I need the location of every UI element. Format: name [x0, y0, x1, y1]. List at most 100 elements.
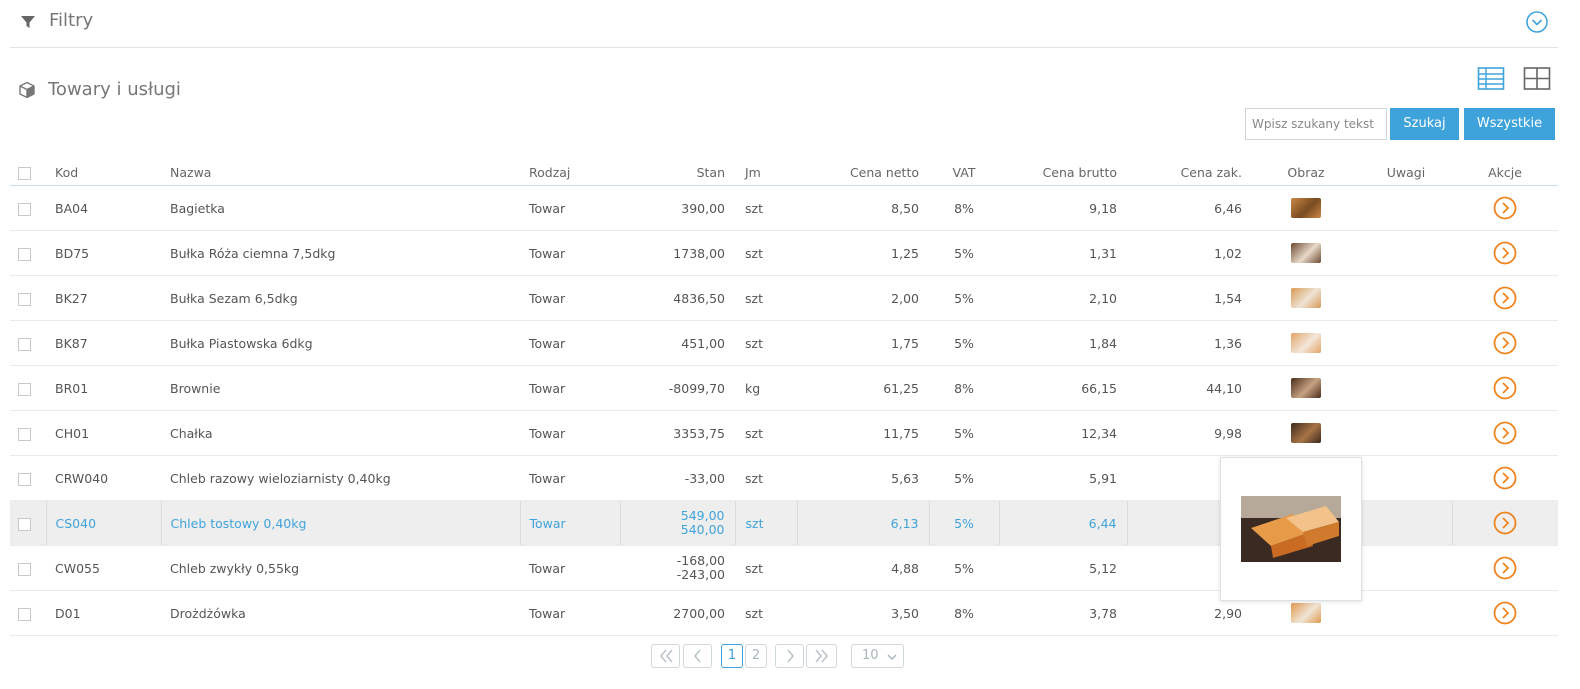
chevron-down-circle-icon[interactable] — [1526, 11, 1548, 33]
row-action-arrow-icon[interactable] — [1493, 286, 1517, 310]
stan-value: -33,00 — [684, 470, 725, 486]
product-thumbnail[interactable] — [1291, 423, 1321, 443]
cell-uwagi — [1360, 410, 1452, 456]
cell-cena-zak: 1,54 — [1127, 275, 1252, 321]
cell-cena-brutto: 6,44 — [999, 500, 1128, 546]
prev-page-button[interactable] — [683, 644, 712, 668]
column-header-jm[interactable]: Jm — [735, 160, 797, 186]
select-all-checkbox[interactable] — [18, 167, 31, 180]
cell-stan: 3353,75 — [673, 426, 725, 441]
row-checkbox[interactable] — [18, 427, 31, 441]
row-checkbox[interactable] — [18, 292, 31, 306]
cell-rodzaj: Towar — [520, 500, 621, 546]
row-checkbox[interactable] — [18, 202, 31, 216]
product-thumbnail[interactable] — [1291, 198, 1321, 218]
cell-rodzaj: Towar — [520, 275, 620, 321]
cell-nazwa: Bułka Róża ciemna 7,5dkg — [161, 230, 520, 276]
row-action-arrow-icon[interactable] — [1493, 241, 1517, 265]
table-row[interactable]: BK27 Bułka Sezam 6,5dkg Towar 4836,50 szt 2,0… — [10, 275, 1558, 321]
table-view-icon[interactable] — [1477, 66, 1505, 92]
row-action-arrow-icon[interactable] — [1493, 421, 1517, 445]
row-checkbox[interactable] — [18, 562, 31, 576]
row-action-arrow-icon[interactable] — [1493, 466, 1517, 490]
row-action-arrow-icon[interactable] — [1493, 376, 1517, 400]
column-header-cena-zak[interactable]: Cena zak. — [1127, 160, 1252, 186]
cell-kod: BR01 — [46, 365, 161, 411]
stan-value: 549,00 — [680, 508, 725, 523]
cell-cena-zak: 1,02 — [1127, 230, 1252, 276]
search-button[interactable]: Szukaj — [1390, 108, 1459, 140]
cell-uwagi — [1360, 185, 1452, 231]
table-row[interactable]: BA04 Bagietka Towar 390,00 szt 8,50 8% 9,18 6,46 — [10, 185, 1558, 231]
cell-nazwa: Chałka — [161, 410, 520, 456]
row-action-arrow-icon[interactable] — [1493, 196, 1517, 220]
cell-rodzaj: Towar — [520, 320, 620, 366]
column-header-kod[interactable]: Kod — [46, 160, 161, 186]
cell-uwagi — [1360, 500, 1453, 546]
next-page-button[interactable] — [775, 644, 804, 668]
grid-view-icon[interactable] — [1523, 66, 1551, 92]
row-action-arrow-icon[interactable] — [1493, 556, 1517, 580]
cell-vat: 5% — [929, 455, 999, 501]
cell-jm: szt — [735, 455, 797, 501]
page-size-select[interactable]: 10 — [851, 644, 904, 668]
cell-nazwa: Chleb zwykły 0,55kg — [161, 545, 520, 591]
row-checkbox[interactable] — [18, 517, 31, 531]
cell-jm: szt — [735, 275, 797, 321]
cell-cena-netto: 6,13 — [797, 500, 930, 546]
product-thumbnail[interactable] — [1291, 378, 1321, 398]
double-chevron-left-icon — [659, 649, 673, 663]
cell-uwagi — [1360, 590, 1452, 636]
table-row[interactable]: BK87 Bułka Piastowska 6dkg Towar 451,00 szt 1… — [10, 320, 1558, 366]
cell-vat: 5% — [929, 500, 1000, 546]
double-chevron-right-icon — [814, 649, 828, 663]
product-thumbnail[interactable] — [1291, 603, 1321, 623]
cell-cena-brutto: 3,78 — [999, 590, 1127, 636]
row-action-arrow-icon[interactable] — [1493, 331, 1517, 355]
last-page-button[interactable] — [806, 644, 837, 668]
cell-nazwa: Chleb tostowy 0,40kg — [161, 500, 521, 546]
search-input[interactable] — [1245, 108, 1387, 140]
cell-rodzaj: Towar — [520, 230, 620, 276]
column-header-stan[interactable]: Stan — [620, 160, 735, 186]
product-thumbnail[interactable] — [1291, 243, 1321, 263]
table-row[interactable]: BR01 Brownie Towar -8099,70 kg 61,25 8% 66,15 44… — [10, 365, 1558, 411]
cell-jm: szt — [735, 230, 797, 276]
stan-value: -8099,70 — [668, 380, 725, 396]
cell-stan: 451,00 — [681, 336, 725, 351]
cell-cena-brutto: 66,15 — [999, 365, 1127, 411]
cell-cena-netto: 5,63 — [797, 455, 929, 501]
row-checkbox[interactable] — [18, 382, 31, 396]
column-header-nazwa[interactable]: Nazwa — [161, 160, 520, 186]
column-header-cena-netto[interactable]: Cena netto — [797, 160, 929, 186]
chevron-down-icon — [887, 654, 897, 660]
cell-cena-netto: 3,50 — [797, 590, 929, 636]
row-checkbox[interactable] — [18, 607, 31, 621]
page-button-1[interactable]: 1 — [721, 644, 743, 668]
column-header-rodzaj[interactable]: Rodzaj — [520, 160, 620, 186]
cell-jm: szt — [735, 320, 797, 366]
column-header-vat[interactable]: VAT — [929, 160, 999, 186]
stan-value: 540,00 — [680, 522, 725, 537]
show-all-button[interactable]: Wszystkie — [1464, 108, 1555, 140]
product-thumbnail[interactable] — [1291, 288, 1321, 308]
first-page-button[interactable] — [651, 644, 680, 668]
cell-cena-brutto: 1,31 — [999, 230, 1127, 276]
row-action-arrow-icon[interactable] — [1493, 511, 1517, 535]
filters-bar[interactable]: Filtry — [10, 0, 1558, 48]
column-header-cena-brutto[interactable]: Cena brutto — [999, 160, 1127, 186]
page-button-2[interactable]: 2 — [745, 644, 767, 668]
cell-vat: 8% — [929, 590, 999, 636]
cell-uwagi — [1360, 320, 1452, 366]
row-checkbox[interactable] — [18, 472, 31, 486]
row-checkbox[interactable] — [18, 247, 31, 261]
table-row[interactable]: CH01 Chałka Towar 3353,75 szt 11,75 5% 12,34 9,9… — [10, 410, 1558, 456]
row-checkbox[interactable] — [18, 337, 31, 351]
cell-cena-brutto: 5,91 — [999, 455, 1127, 501]
product-thumbnail[interactable] — [1291, 333, 1321, 353]
table-row[interactable]: BD75 Bułka Róża ciemna 7,5dkg Towar 1738,00… — [10, 230, 1558, 276]
row-action-arrow-icon[interactable] — [1493, 601, 1517, 625]
cell-nazwa: Brownie — [161, 365, 520, 411]
cell-jm: kg — [735, 365, 797, 411]
cell-jm: szt — [735, 410, 797, 456]
